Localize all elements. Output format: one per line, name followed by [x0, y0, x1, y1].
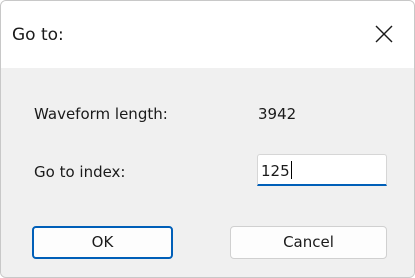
go-to-index-input[interactable]: 125	[257, 154, 387, 186]
title-bar: Go to:	[1, 1, 414, 68]
ok-button[interactable]: OK	[32, 226, 173, 259]
go-to-index-value: 125	[261, 161, 292, 180]
waveform-length-value: 3942	[258, 105, 297, 123]
dialog-title: Go to:	[12, 25, 64, 45]
goto-dialog: Go to: Waveform length: 3942 Go to index…	[0, 0, 415, 278]
dialog-body: Waveform length: 3942 Go to index: 125 O…	[1, 68, 414, 277]
waveform-length-label: Waveform length:	[34, 105, 168, 123]
text-caret	[290, 161, 292, 179]
cancel-button[interactable]: Cancel	[230, 226, 387, 259]
close-icon	[375, 25, 393, 43]
go-to-index-label: Go to index:	[34, 163, 126, 181]
close-button[interactable]	[354, 1, 414, 68]
